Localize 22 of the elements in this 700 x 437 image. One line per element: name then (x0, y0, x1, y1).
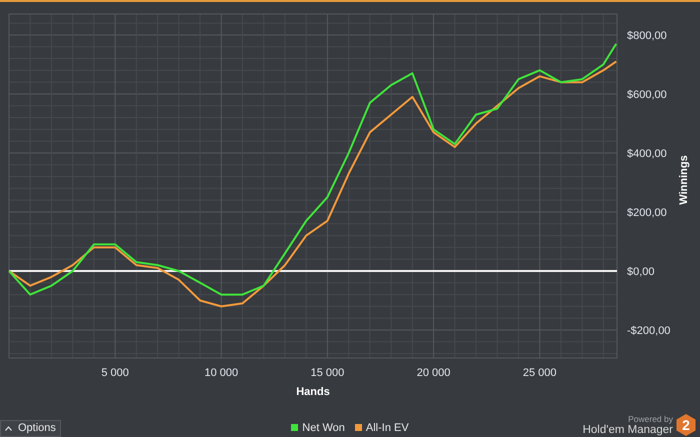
legend-swatch (291, 424, 298, 432)
y-tick-label: -$200,00 (627, 324, 670, 337)
legend-label: All-In EV (366, 420, 409, 436)
y-tick-label: $800,00 (627, 30, 667, 42)
logo-icon: 2 (676, 414, 696, 436)
powered-by-text: Powered by (628, 415, 673, 424)
options-button[interactable]: Options (0, 420, 61, 437)
x-tick-label: 15 000 (310, 367, 344, 379)
y-tick-label: $200,00 (627, 206, 667, 219)
x-tick-label: 10 000 (204, 367, 238, 379)
x-tick-label: 25 000 (522, 367, 557, 379)
y-tick-label: $400,00 (627, 148, 667, 160)
y-tick-label: $600,00 (627, 88, 667, 101)
x-tick-label: 5 000 (101, 367, 129, 379)
legend-swatch (354, 424, 362, 432)
x-tick-label: 20 000 (416, 367, 450, 379)
axis-title: Winnings (678, 155, 690, 205)
axis-title: Hands (296, 386, 330, 398)
caret-icon (5, 426, 12, 431)
legend-label: Net Won (302, 420, 345, 436)
product-name: Hold'em Manager (582, 424, 673, 436)
y-tick-label: $0,00 (627, 266, 655, 278)
